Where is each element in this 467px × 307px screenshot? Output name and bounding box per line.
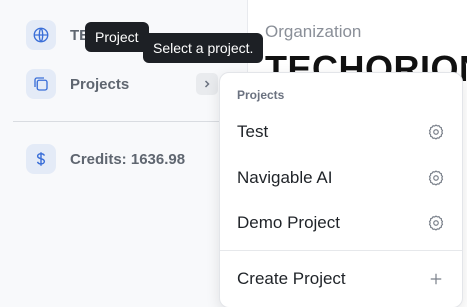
- create-project-button[interactable]: Create Project: [220, 257, 462, 301]
- project-item-navigable-ai[interactable]: Navigable AI: [220, 156, 462, 200]
- projects-dropdown-menu: Projects Test Navigable AI Demo Project …: [219, 72, 463, 307]
- credits-text: Credits: 1636.98: [70, 151, 185, 168]
- gear-icon[interactable]: [427, 169, 445, 187]
- organization-label: Organization: [265, 22, 362, 41]
- project-item-label: Demo Project: [237, 213, 340, 232]
- dollar-icon: [26, 144, 56, 174]
- menu-divider: [220, 250, 462, 251]
- sidebar-divider: [13, 121, 248, 122]
- sidebar-item-organization[interactable]: TE: [26, 20, 89, 50]
- gear-icon[interactable]: [427, 214, 445, 232]
- projects-expand-button[interactable]: [196, 73, 218, 95]
- project-item-test[interactable]: Test: [220, 110, 462, 154]
- credits-label: Credits:: [70, 150, 127, 168]
- sidebar-item-projects[interactable]: Projects: [26, 69, 129, 99]
- project-tooltip: Project: [85, 22, 149, 52]
- project-item-label: Test: [237, 122, 269, 141]
- select-project-tooltip: Select a project.: [143, 33, 264, 63]
- projects-folder-icon: [26, 69, 56, 99]
- credits-value: 1636.98: [130, 150, 186, 168]
- sidebar-item-credits: Credits: 1636.98: [26, 144, 185, 174]
- create-project-label: Create Project: [237, 269, 346, 288]
- menu-header: Projects: [237, 88, 285, 102]
- globe-icon: [26, 20, 56, 50]
- project-item-label: Navigable AI: [237, 168, 333, 187]
- gear-icon[interactable]: [427, 123, 445, 141]
- sidebar-item-projects-label: Projects: [70, 75, 130, 93]
- plus-icon: [430, 273, 442, 285]
- project-item-demo-project[interactable]: Demo Project: [220, 201, 462, 245]
- chevron-right-icon: [204, 80, 210, 88]
